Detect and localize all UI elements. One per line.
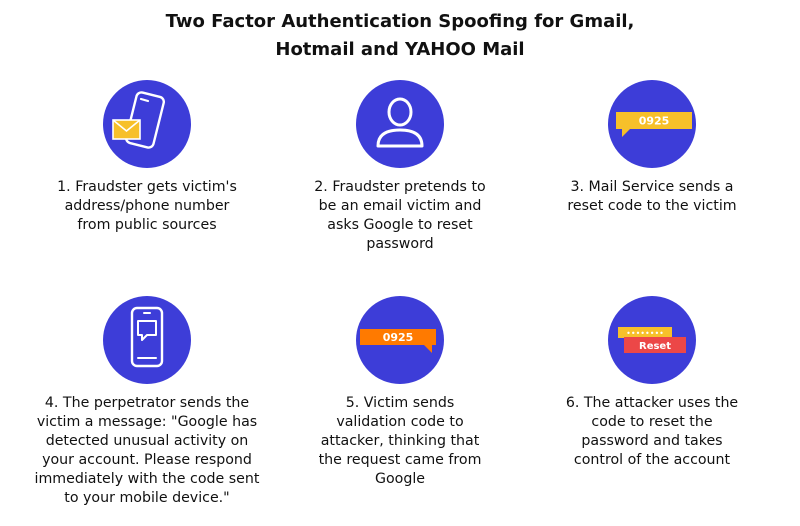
password-reset-icon: •••••••• Reset (618, 327, 686, 353)
step-4-caption: 4. The perpetrator sends the victim a me… (34, 395, 260, 506)
reset-label: Reset (639, 341, 671, 352)
step-3-caption: 3. Mail Service sends a reset code to th… (567, 179, 737, 214)
step-6-circle: •••••••• Reset (608, 296, 696, 384)
title-line-2: Hotmail and YAHOO Mail (275, 39, 525, 60)
diagram-title: Two Factor Authentication Spoofing for G… (0, 8, 800, 64)
title-line-1: Two Factor Authentication Spoofing for G… (165, 11, 635, 32)
step-2-caption: 2. Fraudster pretends to be an email vic… (314, 179, 486, 252)
code-message-icon: 0925 (616, 112, 692, 137)
step-1-caption: 1. Fraudster gets victim's address/phone… (57, 179, 237, 233)
step-1-circle (103, 80, 191, 168)
step-5-caption: 5. Victim sends validation code to attac… (318, 395, 482, 487)
phone-with-envelope-icon (112, 91, 166, 149)
masked-password-text: •••••••• (626, 329, 664, 338)
step-5-circle: 0925 (356, 296, 444, 384)
code-message-icon: 0925 (360, 329, 436, 353)
step-6-caption: 6. The attacker uses the code to reset t… (565, 395, 739, 468)
step-3-circle: 0925 (608, 80, 696, 168)
user-profile-icon (376, 97, 424, 148)
step-4-circle (103, 296, 191, 384)
phone-with-chat-icon (130, 306, 164, 368)
code-text: 0925 (383, 331, 414, 344)
code-text: 0925 (639, 115, 670, 128)
step-2-circle (356, 80, 444, 168)
